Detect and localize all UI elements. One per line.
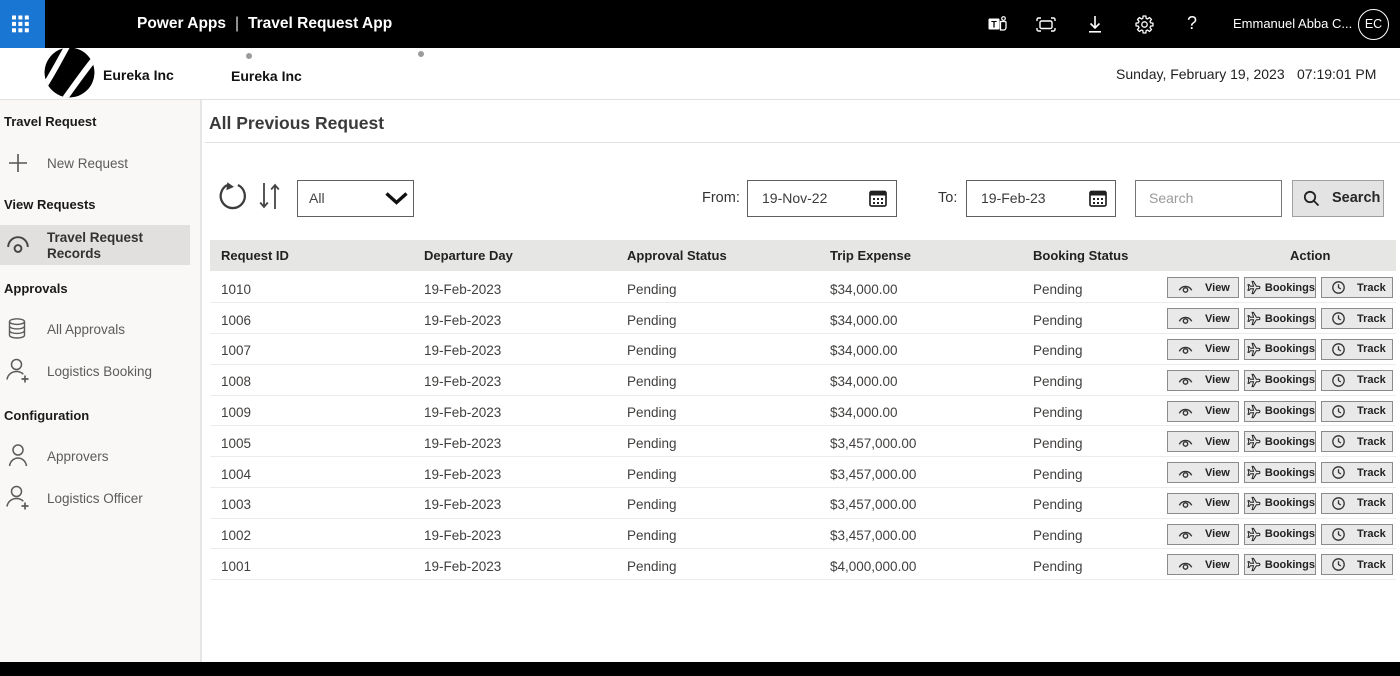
svg-text:T: T [991, 20, 997, 30]
